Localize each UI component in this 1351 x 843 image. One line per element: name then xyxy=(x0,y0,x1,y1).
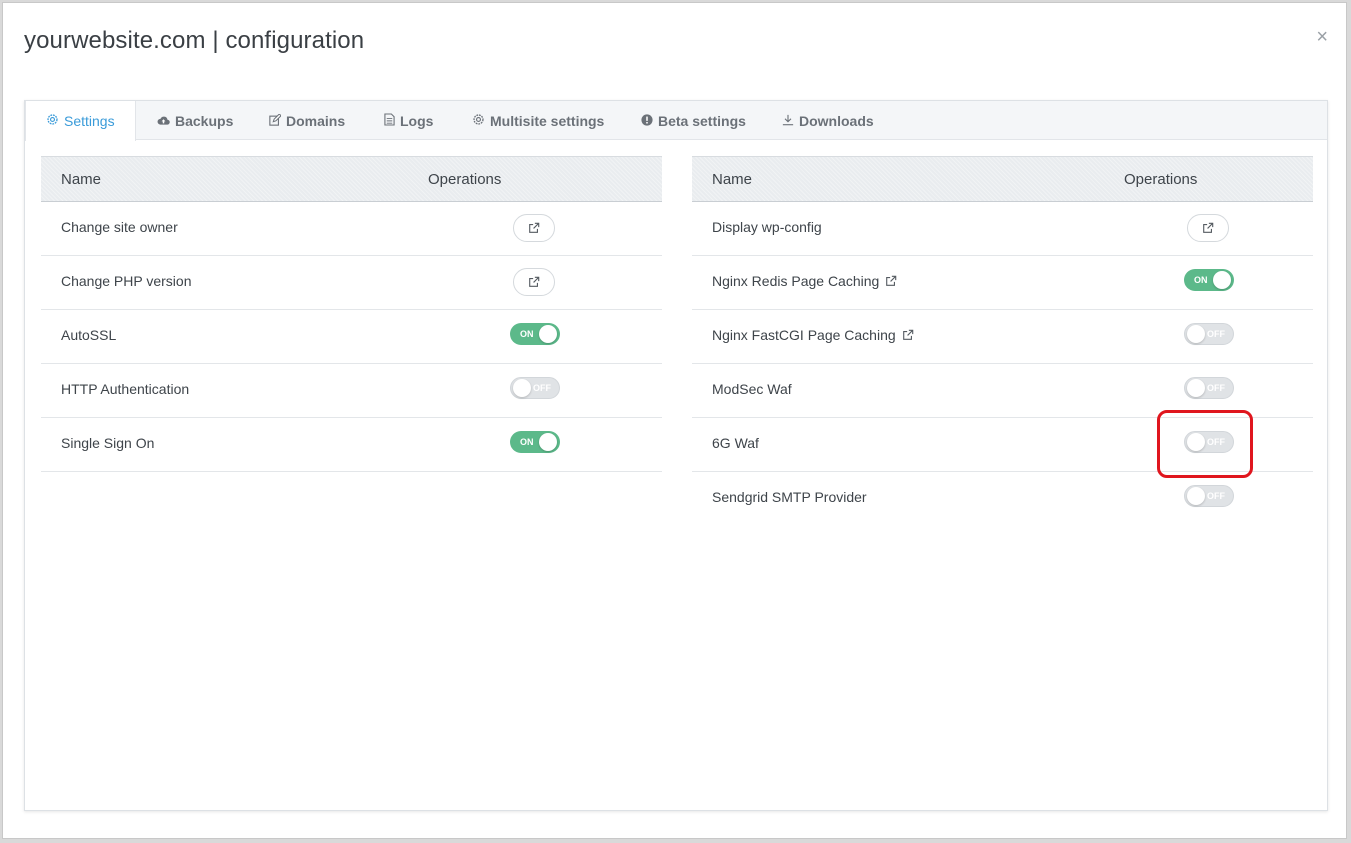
header-operations: Operations xyxy=(1124,171,1198,188)
tab-backups[interactable]: Backups xyxy=(157,101,233,140)
external-link-icon[interactable] xyxy=(885,275,897,287)
tab-label: Logs xyxy=(400,113,434,129)
table-row: AutoSSL ON xyxy=(41,310,662,364)
gear-icon xyxy=(46,101,59,141)
toggle-state: ON xyxy=(520,329,534,339)
toggle-state: OFF xyxy=(1207,491,1225,501)
tab-label: Downloads xyxy=(799,113,874,129)
toggle-knob xyxy=(1187,325,1205,343)
row-label-text: Nginx Redis Page Caching xyxy=(712,273,880,289)
download-icon xyxy=(782,101,794,141)
toggle-state: OFF xyxy=(533,383,551,393)
row-label-nginx-redis-page-caching: Nginx Redis Page Caching xyxy=(712,273,897,289)
row-label-single-sign-on: Single Sign On xyxy=(61,435,155,451)
table-row: HTTP Authentication OFF xyxy=(41,364,662,418)
display-wp-config-button[interactable] xyxy=(1187,214,1229,242)
tab-multisite-settings[interactable]: Multisite settings xyxy=(472,101,604,140)
table-row: Single Sign On ON xyxy=(41,418,662,472)
toggle-knob xyxy=(1187,379,1205,397)
row-label-6g-waf: 6G Waf xyxy=(712,435,759,451)
header-name: Name xyxy=(712,171,753,188)
tab-label: Backups xyxy=(175,113,234,129)
row-label-change-php-version: Change PHP version xyxy=(61,273,192,289)
table-row: Change PHP version xyxy=(41,256,662,310)
configuration-modal: yourwebsite.com | configuration × Settin… xyxy=(2,2,1347,839)
row-label-display-wp-config: Display wp-config xyxy=(712,219,822,235)
header-operations: Operations xyxy=(428,171,502,188)
table-row: Nginx Redis Page Caching ON xyxy=(692,256,1313,310)
header-name: Name xyxy=(61,171,102,188)
tab-domains[interactable]: Domains xyxy=(269,101,345,140)
toggle-knob xyxy=(1187,487,1205,505)
row-label-text: Nginx FastCGI Page Caching xyxy=(712,327,896,343)
external-link-icon[interactable] xyxy=(902,329,914,341)
document-icon xyxy=(384,101,395,141)
row-label-autossl: AutoSSL xyxy=(61,327,117,343)
table-row: Sendgrid SMTP Provider OFF xyxy=(692,472,1313,526)
http-authentication-toggle[interactable]: OFF xyxy=(510,377,560,399)
toggle-knob xyxy=(1213,271,1231,289)
tab-settings[interactable]: Settings xyxy=(25,101,136,141)
table-row: Change site owner xyxy=(41,202,662,256)
row-label-sendgrid-smtp-provider: Sendgrid SMTP Provider xyxy=(712,489,867,505)
external-link-icon xyxy=(1203,222,1214,233)
modsec-waf-toggle[interactable]: OFF xyxy=(1184,377,1234,399)
row-label-modsec-waf: ModSec Waf xyxy=(712,381,792,397)
table-row: Nginx FastCGI Page Caching OFF xyxy=(692,310,1313,364)
table-header: Name Operations xyxy=(41,156,662,202)
tab-label: Domains xyxy=(286,113,346,129)
left-settings-table: Name Operations Change site owner Change… xyxy=(41,156,662,472)
edit-icon xyxy=(269,101,282,141)
table-row: Display wp-config xyxy=(692,202,1313,256)
tab-bar: Settings Backups Domains Logs Multisite … xyxy=(25,101,1327,141)
exclamation-circle-icon xyxy=(641,101,653,141)
settings-card: Settings Backups Domains Logs Multisite … xyxy=(24,100,1328,811)
row-label-change-site-owner: Change site owner xyxy=(61,219,178,235)
external-link-icon xyxy=(529,276,540,287)
toggle-state: ON xyxy=(1194,275,1208,285)
gear-icon xyxy=(472,101,485,141)
sendgrid-smtp-provider-toggle[interactable]: OFF xyxy=(1184,485,1234,507)
change-site-owner-button[interactable] xyxy=(513,214,555,242)
single-sign-on-toggle[interactable]: ON xyxy=(510,431,560,453)
toggle-knob xyxy=(539,325,557,343)
tab-label: Beta settings xyxy=(658,113,746,129)
nginx-fastcgi-page-caching-toggle[interactable]: OFF xyxy=(1184,323,1234,345)
row-label-http-authentication: HTTP Authentication xyxy=(61,381,190,397)
autossl-toggle[interactable]: ON xyxy=(510,323,560,345)
toggle-knob xyxy=(539,433,557,451)
external-link-icon xyxy=(529,222,540,233)
toggle-state: OFF xyxy=(1207,383,1225,393)
row-label-nginx-fastcgi-page-caching: Nginx FastCGI Page Caching xyxy=(712,327,914,343)
modal-title: yourwebsite.com | configuration xyxy=(24,27,365,54)
nginx-redis-page-caching-toggle[interactable]: ON xyxy=(1184,269,1234,291)
close-icon[interactable]: × xyxy=(1316,27,1328,47)
tab-downloads[interactable]: Downloads xyxy=(782,101,874,140)
toggle-state: ON xyxy=(520,437,534,447)
toggle-state: OFF xyxy=(1207,329,1225,339)
cloud-upload-icon xyxy=(157,101,170,141)
table-header: Name Operations xyxy=(692,156,1313,202)
highlight-annotation xyxy=(1157,410,1253,478)
tab-logs[interactable]: Logs xyxy=(384,101,433,140)
change-php-version-button[interactable] xyxy=(513,268,555,296)
tab-label: Settings xyxy=(64,113,115,129)
tab-beta-settings[interactable]: Beta settings xyxy=(641,101,746,140)
tab-label: Multisite settings xyxy=(490,113,605,129)
toggle-knob xyxy=(513,379,531,397)
